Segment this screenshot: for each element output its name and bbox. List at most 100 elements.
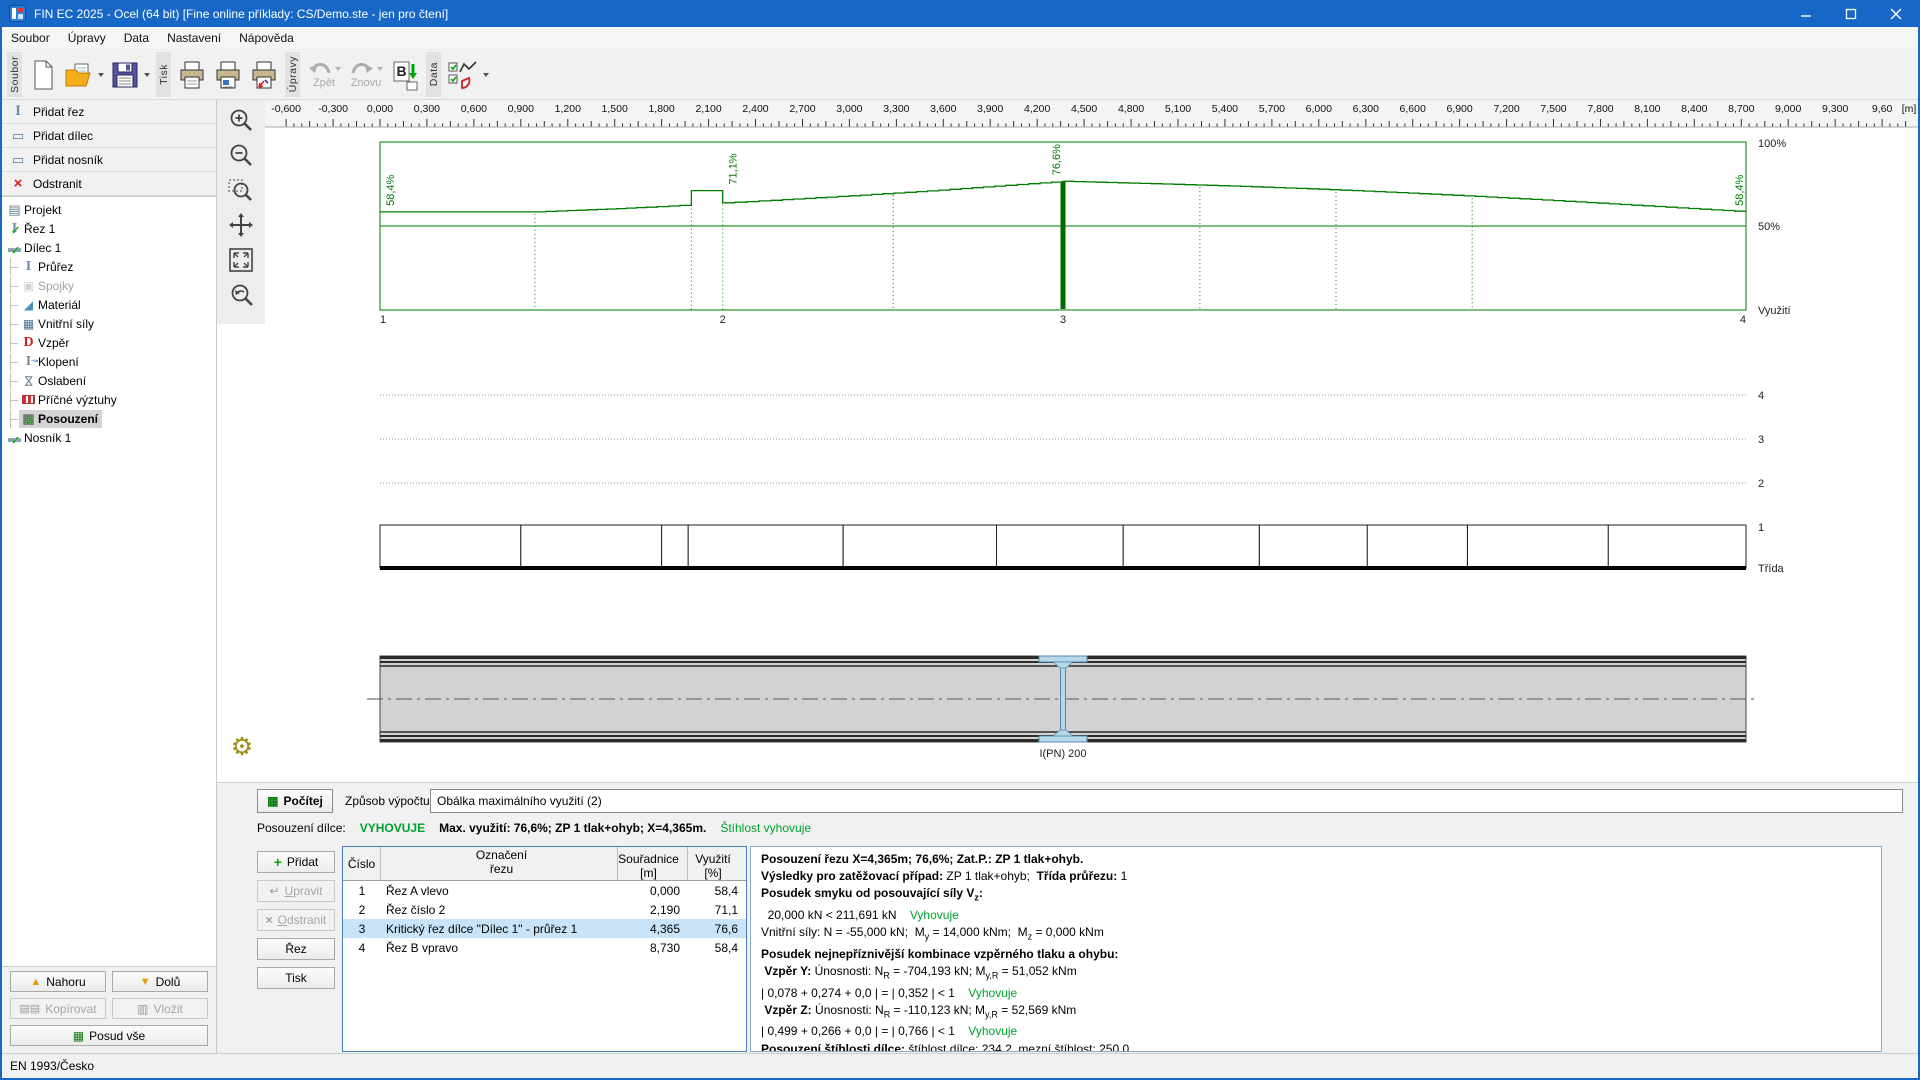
menu-item-2[interactable]: Úpravy (59, 27, 115, 49)
pan-button[interactable] (223, 211, 259, 243)
ruler-label: 1,200 (555, 103, 581, 115)
nahoru-button[interactable]: ▲ Nahoru (10, 971, 106, 992)
class-level-label: 4 (1758, 390, 1764, 402)
calculation-method-select[interactable]: Obálka maximálního využití (2) (430, 789, 1903, 813)
print-preview-button[interactable] (210, 52, 246, 97)
minimize-button[interactable] (1783, 0, 1828, 27)
ruler-label: 4,500 (1071, 103, 1097, 115)
tree-item-klopen-[interactable]: I ↝ Klopení (2, 352, 216, 371)
sections-table[interactable]: Číslo Označení řezu Souřadnice [m] Využití… (342, 846, 747, 1052)
action-add-section[interactable]: I Přidat řez (2, 100, 216, 124)
table-row[interactable]: 2 Řez číslo 2 2,190 71,1 (343, 900, 746, 919)
table-row[interactable]: 1 Řez A vlevo 0,000 58,4 (343, 881, 746, 900)
check-icon: ✓ (25, 415, 35, 428)
results-display-button[interactable] (444, 52, 492, 97)
tree-item-vnit-n-s-ly[interactable]: ▦ Vnitřní síly (2, 314, 216, 333)
tree-item-d-lec-1[interactable]: ▬ ✓ Dílec 1 (2, 238, 216, 257)
print-button[interactable] (174, 52, 210, 97)
menu-item-4[interactable]: Nastavení (158, 27, 230, 49)
results-panel[interactable]: Posouzení řezu X=4,365m; 76,6%; Zat.P.: … (750, 846, 1882, 1052)
section-number: 2 (720, 314, 726, 326)
class-level-label: 3 (1758, 434, 1764, 446)
results-dropdown-caret[interactable] (483, 72, 489, 77)
close-button[interactable] (1873, 0, 1918, 27)
undo-label: Zpět (312, 76, 335, 89)
sidebar: I Přidat řez ▭ Přidat dílec ▭ Přidat nosník × O… (2, 100, 217, 1053)
print-export-button[interactable] (246, 52, 282, 97)
results-line: Vzpěr Y: Únosnosti: NR = -704,193 kN; My… (764, 964, 1077, 981)
ruler-label: 9,000 (1775, 103, 1801, 115)
open-file-button[interactable] (61, 52, 107, 97)
undo-button[interactable]: Zpět (303, 52, 345, 97)
open-dropdown-caret[interactable] (98, 72, 104, 77)
ruler-label: 6,600 (1400, 103, 1426, 115)
zoom-out-icon (227, 142, 255, 173)
menu-item-5[interactable]: Nápověda (230, 27, 303, 49)
data-transfer-button[interactable]: B (387, 52, 423, 97)
tree-item-label: Nosník 1 (24, 430, 72, 445)
copy-icon: ▤▤ (19, 1003, 41, 1015)
zoom-window-button[interactable] (223, 176, 259, 208)
ruler-label: 3,300 (883, 103, 909, 115)
tree-item-vzp-r[interactable]: D Vzpěr (2, 333, 216, 352)
zoom-out-button[interactable] (223, 141, 259, 173)
tree-item--ez-1[interactable]: I ✓ Řez 1 (2, 219, 216, 238)
drawing-settings-button[interactable]: ⚙ (227, 732, 257, 762)
tree-connector (10, 352, 19, 371)
tree-item-label: Spojky (38, 278, 75, 293)
kopírovat-button[interactable]: ▤▤ Kopírovat (10, 998, 106, 1019)
maximize-button[interactable] (1828, 0, 1873, 27)
tree-item-materi-l[interactable]: ◢ Materiál (2, 295, 216, 314)
řez-button[interactable]: Řez (257, 938, 335, 960)
odstranit-button[interactable]: × Odstranit (257, 909, 335, 931)
tree-item-projekt[interactable]: ▤ Projekt (2, 200, 216, 219)
action-add-member[interactable]: ▭ Přidat dílec (2, 124, 216, 148)
ruler-label: 2,100 (695, 103, 721, 115)
vlo-it-button[interactable]: ▥ Vložit (112, 998, 208, 1019)
action-add-beam[interactable]: ▭ Přidat nosník (2, 148, 216, 172)
action-delete[interactable]: × Odstranit (2, 172, 216, 196)
table-row[interactable]: 4 Řez B vpravo 8,730 58,4 (343, 938, 746, 957)
tree-item-pr-ez[interactable]: I Průřez (2, 257, 216, 276)
col-souradnice: Souřadnice (618, 852, 679, 866)
posud-v-e-button[interactable]: ▦ Posud vše (10, 1025, 208, 1046)
tree-item-spojky[interactable]: ▣ Spojky (2, 276, 216, 295)
new-file-button[interactable] (25, 52, 61, 97)
beam-icon: ▬ ✓ (8, 429, 21, 447)
save-button[interactable] (107, 52, 153, 97)
tree-item-label: Klopení (38, 354, 79, 369)
tree-connector (10, 295, 19, 314)
zoom-fit-button[interactable] (223, 246, 259, 278)
zoom-previous-icon (227, 282, 255, 313)
table-row[interactable]: 3 Kritický řez dílce "Dílec 1" - průřez 1… (343, 919, 746, 938)
section-number: 1 (380, 314, 386, 326)
ruler-label: 0,900 (508, 103, 534, 115)
action-label: Přidat řez (33, 104, 85, 119)
ruler-label: 0,000 (367, 103, 393, 115)
zoom-in-button[interactable] (223, 106, 259, 138)
ruler-label: 8,100 (1634, 103, 1660, 115)
section-class-chart: 4 3 2 1 Třída (379, 390, 1785, 575)
zoom-previous-button[interactable] (223, 281, 259, 313)
toolbar-tab-upravy: Úpravy (285, 52, 300, 97)
tree-item-nosn-k-1[interactable]: ▬ ✓ Nosník 1 (2, 428, 216, 447)
dolů-button[interactable]: ▼ Dolů (112, 971, 208, 992)
save-dropdown-caret[interactable] (144, 72, 150, 77)
tree-item-p-n-v-ztuhy[interactable]: Příčné výztuhy (2, 390, 216, 409)
redo-dropdown-caret (377, 67, 383, 71)
redo-button[interactable]: Znovu (345, 52, 387, 97)
tree-item-oslaben-[interactable]: ⋈ Oslabení (2, 371, 216, 390)
tisk-button[interactable]: Tisk (257, 967, 335, 989)
menu-item-3[interactable]: Data (115, 27, 158, 49)
table-header: Číslo Označení řezu Souřadnice [m] Využití… (343, 847, 746, 881)
compute-button[interactable]: ▦ Počítej (257, 789, 333, 813)
paste-icon: ▥ (137, 1001, 149, 1016)
přidat-button[interactable]: + Přidat (257, 851, 335, 873)
menu-item-1[interactable]: Soubor (2, 27, 59, 49)
redo-label: Znovu (350, 76, 382, 89)
edit-icon: ↵ (269, 884, 280, 898)
print-export-icon (252, 61, 276, 88)
drawing-canvas[interactable]: -0,600 -0,300 0,000 0,300 0,600 0,900 1,200 1,5… (217, 100, 1918, 782)
tree-item-posouzen-[interactable]: ▦ ✓ Posouzení (2, 409, 216, 428)
upravit-button[interactable]: ↵ Upravit (257, 880, 335, 902)
